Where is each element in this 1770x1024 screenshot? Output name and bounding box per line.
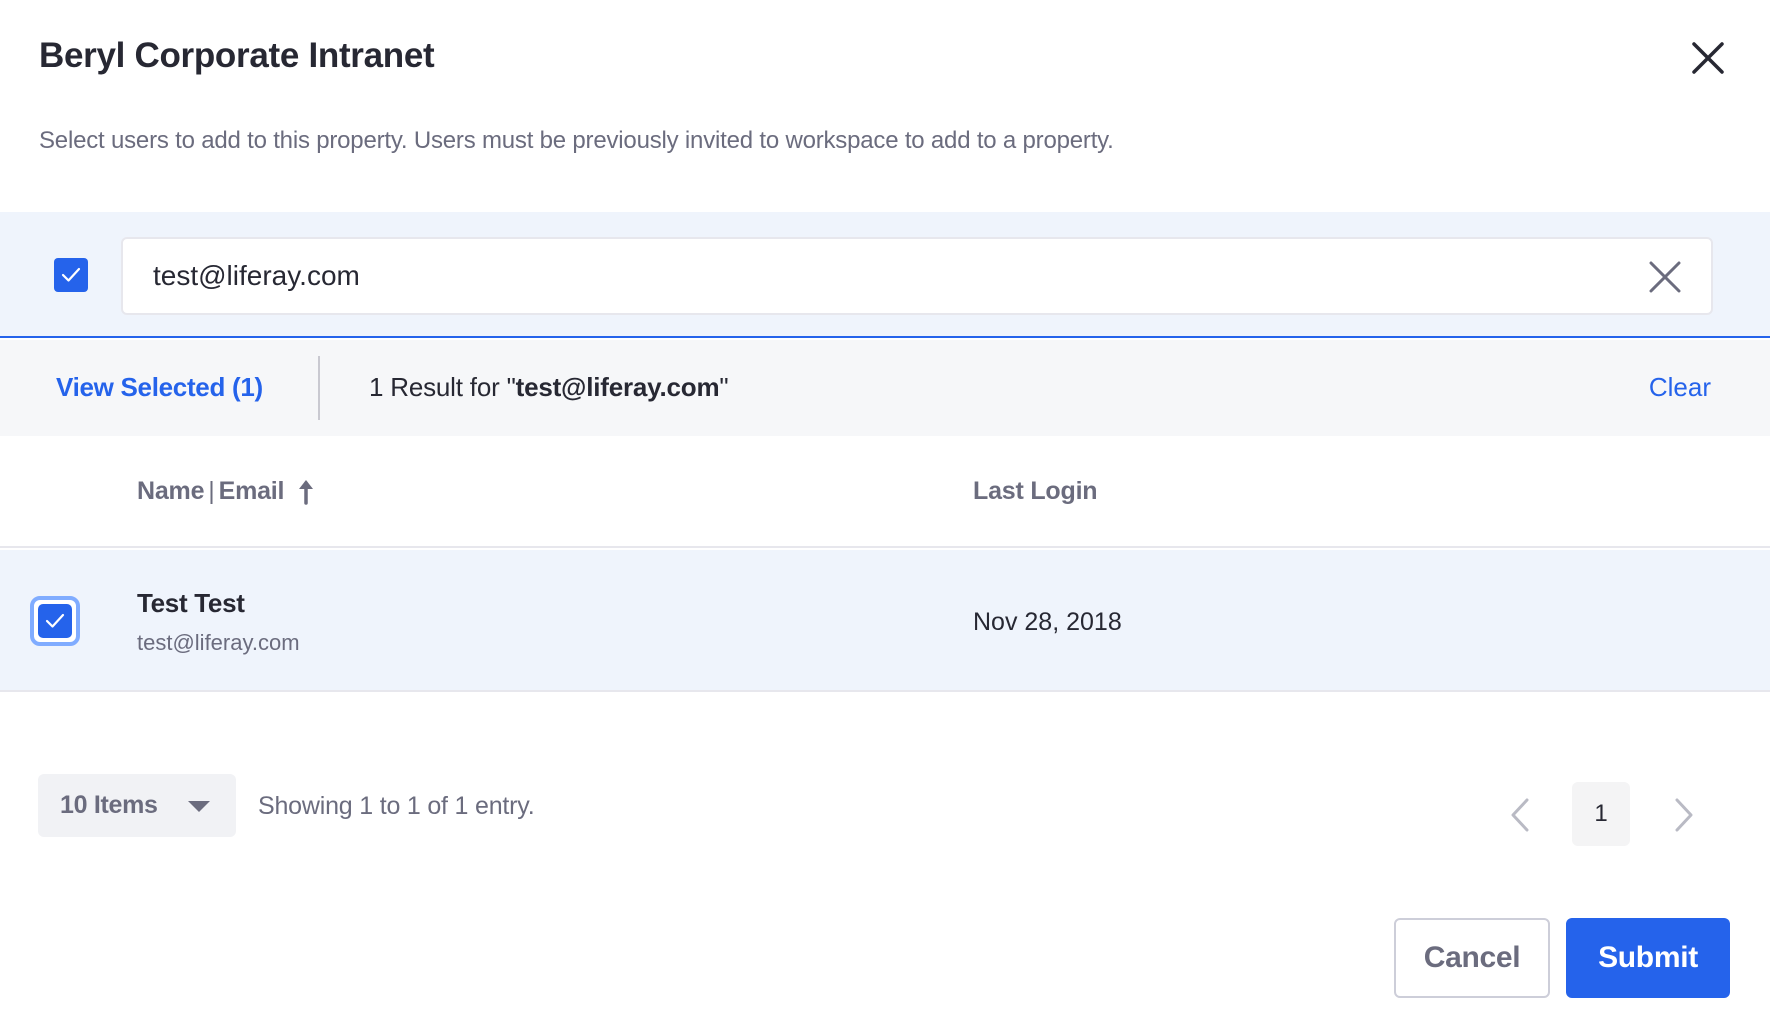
column-header-name-email[interactable]: Name | Email bbox=[137, 477, 314, 506]
cancel-button[interactable]: Cancel bbox=[1394, 918, 1550, 998]
table-row[interactable]: Test Test test@liferay.com Nov 28, 2018 bbox=[0, 550, 1770, 692]
select-all-checkbox[interactable] bbox=[54, 258, 88, 292]
page-1-button[interactable]: 1 bbox=[1572, 782, 1630, 846]
results-summary: 1 Result for "test@liferay.com" bbox=[369, 372, 729, 403]
arrow-up-icon bbox=[298, 479, 314, 505]
close-icon bbox=[1692, 42, 1724, 74]
previous-page-button[interactable] bbox=[1500, 790, 1540, 840]
next-page-button[interactable] bbox=[1664, 790, 1704, 840]
results-bar: View Selected (1) 1 Result for "test@lif… bbox=[0, 340, 1770, 436]
submit-button[interactable]: Submit bbox=[1566, 918, 1730, 998]
caret-down-icon bbox=[188, 801, 210, 812]
items-per-page-dropdown[interactable]: 10 Items bbox=[38, 774, 236, 837]
chevron-left-icon bbox=[1511, 798, 1529, 832]
checkmark-icon bbox=[45, 613, 65, 628]
modal-title: Beryl Corporate Intranet bbox=[39, 36, 435, 75]
search-input[interactable] bbox=[153, 239, 1593, 313]
results-query: test@liferay.com bbox=[515, 372, 720, 402]
table-header: Name | Email Last Login bbox=[0, 436, 1770, 548]
divider bbox=[318, 356, 320, 420]
last-login-date: Nov 28, 2018 bbox=[973, 608, 1122, 636]
column-label-email: Email bbox=[218, 477, 285, 505]
user-email: test@liferay.com bbox=[137, 630, 300, 655]
results-suffix: " bbox=[719, 372, 729, 402]
modal-description: Select users to add to this property. Us… bbox=[39, 127, 1114, 154]
search-bar bbox=[0, 212, 1770, 338]
clear-link[interactable]: Clear bbox=[1649, 372, 1711, 403]
row-checkbox[interactable] bbox=[30, 596, 80, 646]
user-name: Test Test bbox=[137, 588, 245, 618]
pagination-summary: Showing 1 to 1 of 1 entry. bbox=[258, 792, 535, 820]
checkbox-fill bbox=[38, 604, 72, 638]
close-modal-button[interactable] bbox=[1684, 34, 1732, 82]
search-field bbox=[121, 237, 1713, 315]
column-header-last-login[interactable]: Last Login bbox=[973, 477, 1098, 506]
view-selected-link[interactable]: View Selected (1) bbox=[56, 372, 263, 403]
clear-search-button[interactable] bbox=[1643, 255, 1687, 299]
chevron-right-icon bbox=[1675, 798, 1693, 832]
results-prefix: 1 Result for " bbox=[369, 372, 516, 402]
close-icon bbox=[1649, 261, 1681, 293]
items-per-page-label: 10 Items bbox=[60, 791, 158, 819]
column-label-name: Name bbox=[137, 477, 205, 505]
checkmark-icon bbox=[61, 267, 81, 282]
column-separator: | bbox=[208, 477, 215, 505]
